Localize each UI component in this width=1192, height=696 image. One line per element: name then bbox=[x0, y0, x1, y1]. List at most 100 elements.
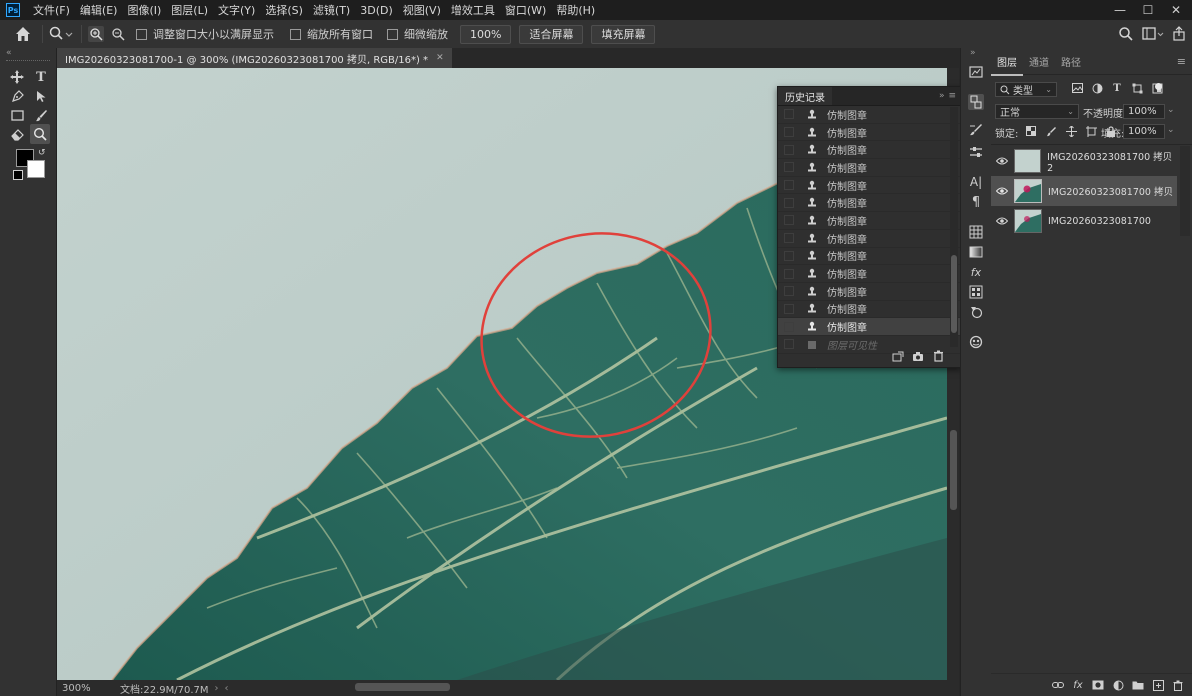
camera-snapshot-icon[interactable] bbox=[912, 350, 924, 362]
character-panel-icon[interactable]: A| bbox=[968, 174, 984, 190]
blend-mode-select[interactable]: 正常 ⌄ bbox=[995, 104, 1079, 119]
move-tool-icon[interactable] bbox=[8, 68, 26, 86]
history-scrollbar-thumb[interactable] bbox=[951, 255, 957, 333]
close-tab-icon[interactable]: ✕ bbox=[436, 53, 444, 63]
layer-filter-kind-select[interactable]: 类型 ⌄ bbox=[995, 82, 1057, 97]
history-item[interactable]: 仿制图章 bbox=[778, 265, 960, 283]
lock-position-icon[interactable] bbox=[1065, 125, 1077, 137]
layer-row[interactable]: IMG20260323081700 拷贝 2 bbox=[991, 146, 1177, 176]
patterns-icon[interactable] bbox=[968, 284, 984, 300]
new-adjustment-layer-icon[interactable] bbox=[1112, 679, 1124, 691]
zoom-level-readout[interactable]: 300% bbox=[62, 683, 112, 694]
opacity-input[interactable]: 100% bbox=[1123, 104, 1165, 119]
menu-view[interactable]: 视图(V) bbox=[398, 2, 446, 18]
history-brush-source-checkbox[interactable] bbox=[784, 144, 794, 155]
trash-icon[interactable] bbox=[1172, 679, 1184, 691]
brush-settings-icon[interactable] bbox=[968, 122, 984, 138]
history-brush-source-checkbox[interactable] bbox=[784, 233, 794, 244]
menu-help[interactable]: 帮助(H) bbox=[551, 2, 600, 18]
history-brush-source-checkbox[interactable] bbox=[784, 162, 794, 173]
rectangle-tool-icon[interactable] bbox=[8, 106, 26, 124]
fill-input[interactable]: 100% bbox=[1123, 124, 1165, 139]
new-group-folder-icon[interactable] bbox=[1132, 679, 1144, 691]
layer-row-selected[interactable]: IMG20260323081700 拷贝 bbox=[991, 176, 1177, 206]
menu-plugins[interactable]: 增效工具 bbox=[446, 2, 500, 18]
panel-menu-icon[interactable]: ≡ bbox=[1171, 48, 1192, 74]
scroll-left-arrow-icon[interactable]: ‹ bbox=[225, 683, 229, 694]
panel-menu-icon[interactable]: ≡ bbox=[948, 91, 956, 101]
shapes-icon[interactable] bbox=[968, 304, 984, 320]
vertical-scrollbar-thumb[interactable] bbox=[950, 430, 957, 510]
fill-screen-button[interactable]: 填充屏幕 bbox=[591, 24, 656, 44]
lock-image-pixels-icon[interactable] bbox=[1045, 125, 1057, 137]
history-item[interactable]: 仿制图章 bbox=[778, 106, 960, 124]
menu-layer[interactable]: 图层(L) bbox=[166, 2, 213, 18]
zoom-out-icon[interactable] bbox=[110, 26, 126, 42]
adjustments-icon[interactable] bbox=[968, 144, 984, 160]
search-icon[interactable] bbox=[1118, 26, 1134, 42]
history-brush-source-checkbox[interactable] bbox=[784, 268, 794, 279]
type-layer-filter-icon[interactable]: T bbox=[1111, 82, 1123, 94]
layer-row[interactable]: IMG20260323081700 bbox=[991, 206, 1177, 236]
history-item[interactable]: 仿制图章 bbox=[778, 159, 960, 177]
document-tab[interactable]: IMG20260323081700-1 @ 300% (IMG202603230… bbox=[57, 48, 452, 68]
history-brush-source-checkbox[interactable] bbox=[784, 250, 794, 261]
history-brush-source-checkbox[interactable] bbox=[784, 180, 794, 191]
workspace-icon[interactable] bbox=[1142, 26, 1164, 42]
history-item[interactable]: 仿制图章 bbox=[778, 141, 960, 160]
path-selection-tool-icon[interactable] bbox=[32, 87, 50, 105]
menu-3d[interactable]: 3D(D) bbox=[355, 4, 398, 17]
history-item[interactable]: 仿制图章 bbox=[778, 301, 960, 319]
lock-transparent-pixels-icon[interactable] bbox=[1025, 125, 1037, 137]
panel-collapse-icon[interactable]: » bbox=[939, 91, 945, 101]
history-item[interactable]: 仿制图章 bbox=[778, 124, 960, 142]
horizontal-scrollbar-thumb[interactable] bbox=[355, 683, 450, 691]
zoom-all-windows-checkbox[interactable]: 缩放所有窗口 bbox=[290, 26, 373, 42]
status-menu-arrow-icon[interactable]: › bbox=[215, 683, 219, 694]
pen-tool-icon[interactable] bbox=[8, 87, 26, 105]
trash-icon[interactable] bbox=[932, 350, 944, 362]
history-brush-source-checkbox[interactable] bbox=[784, 127, 794, 138]
history-brush-source-checkbox[interactable] bbox=[784, 286, 794, 297]
default-colors-icon[interactable] bbox=[13, 170, 23, 180]
history-brush-source-checkbox[interactable] bbox=[784, 321, 794, 332]
menu-filter[interactable]: 滤镜(T) bbox=[308, 2, 355, 18]
add-layer-mask-icon[interactable] bbox=[1092, 679, 1104, 691]
history-item[interactable]: 仿制图章 bbox=[778, 194, 960, 213]
link-layers-icon[interactable] bbox=[1052, 679, 1064, 691]
maximize-button[interactable]: ☐ bbox=[1134, 0, 1162, 20]
visibility-eye-icon[interactable] bbox=[995, 217, 1009, 225]
swap-colors-icon[interactable]: ↺ bbox=[38, 148, 46, 158]
menu-file[interactable]: 文件(F) bbox=[28, 2, 75, 18]
styles-fx-icon[interactable]: fx bbox=[968, 264, 984, 280]
history-item-active[interactable]: 仿制图章 bbox=[778, 318, 960, 336]
opacity-slider-toggle-icon[interactable]: ⌄ bbox=[1167, 105, 1175, 115]
history-item[interactable]: 仿制图章 bbox=[778, 177, 960, 195]
home-icon[interactable] bbox=[14, 25, 32, 43]
zoom-tool-preset-icon[interactable] bbox=[49, 25, 75, 43]
filter-toggle-icon[interactable] bbox=[1155, 83, 1162, 90]
type-tool-icon[interactable]: T bbox=[32, 68, 50, 86]
history-panel-title[interactable]: 历史记录 bbox=[778, 87, 832, 105]
swatches-icon[interactable] bbox=[968, 224, 984, 240]
fit-screen-button[interactable]: 适合屏幕 bbox=[519, 24, 584, 44]
history-brush-source-checkbox[interactable] bbox=[784, 215, 794, 226]
history-scrollbar[interactable] bbox=[950, 107, 958, 347]
shape-layer-filter-icon[interactable] bbox=[1131, 82, 1143, 94]
lock-artboard-icon[interactable] bbox=[1085, 125, 1097, 137]
new-document-from-state-icon[interactable] bbox=[892, 350, 904, 362]
zoom-100-button[interactable]: 100% bbox=[460, 24, 512, 44]
brush-tool-icon[interactable] bbox=[32, 106, 50, 124]
eraser-tool-icon[interactable] bbox=[8, 125, 26, 143]
tab-paths[interactable]: 路径 bbox=[1055, 48, 1087, 74]
menu-type[interactable]: 文字(Y) bbox=[213, 2, 260, 18]
tab-channels[interactable]: 通道 bbox=[1023, 48, 1055, 74]
zoom-tool-icon[interactable] bbox=[30, 124, 50, 144]
history-brush-source-checkbox[interactable] bbox=[784, 109, 794, 120]
visibility-eye-icon[interactable] bbox=[995, 157, 1009, 165]
collapse-arrows-icon[interactable]: « bbox=[6, 48, 12, 58]
resize-windows-checkbox[interactable]: 调整窗口大小以满屏显示 bbox=[136, 26, 274, 42]
share-icon[interactable] bbox=[1172, 26, 1186, 42]
layer-name[interactable]: IMG20260323081700 拷贝 2 bbox=[1047, 149, 1177, 174]
adjustment-layer-filter-icon[interactable] bbox=[1091, 82, 1103, 94]
